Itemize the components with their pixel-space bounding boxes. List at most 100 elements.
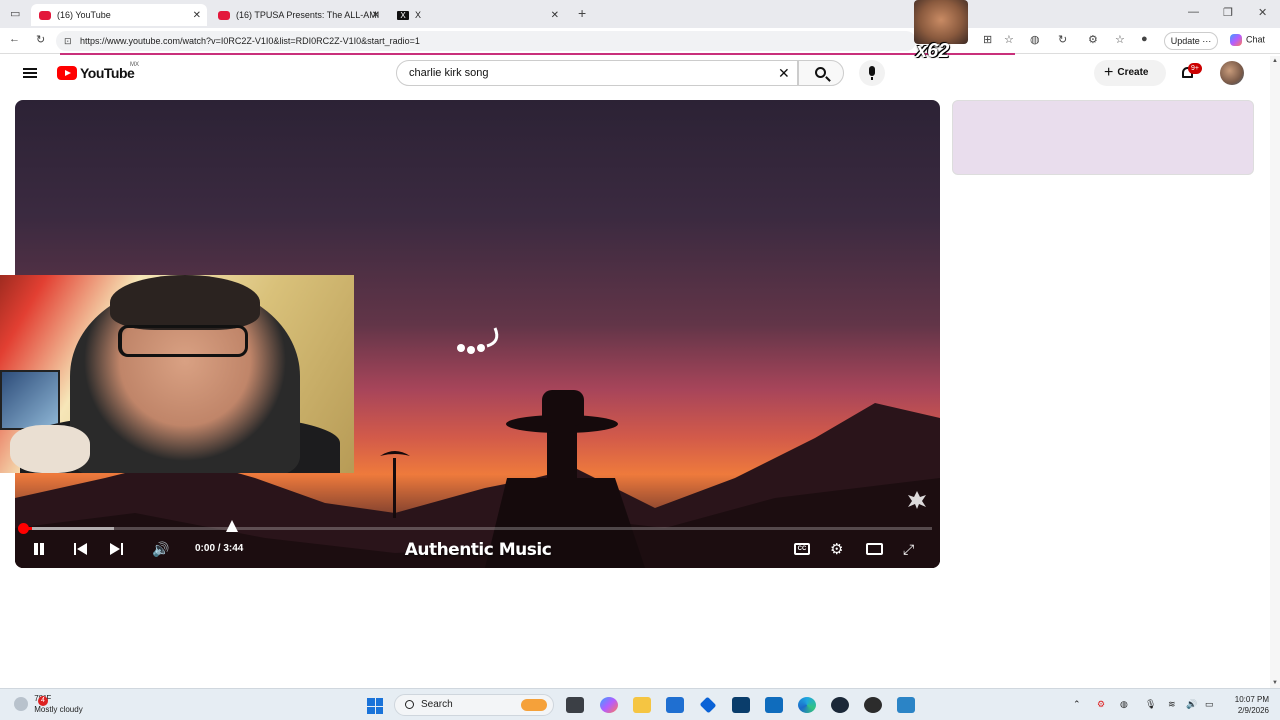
channel-watermark-icon[interactable] — [906, 489, 928, 511]
scroll-down-icon[interactable]: ▼ — [1272, 680, 1278, 686]
menu-icon[interactable] — [23, 68, 37, 78]
microphone-tray-icon[interactable]: 🎙 — [1145, 699, 1156, 710]
task-view-icon[interactable] — [566, 697, 584, 713]
webcam-overlay — [0, 275, 354, 473]
steam-icon[interactable] — [831, 697, 849, 713]
pause-icon[interactable] — [33, 543, 45, 555]
sidebar-loading-card — [952, 100, 1254, 175]
search-value: charlie kirk song — [409, 67, 489, 79]
next-icon[interactable] — [110, 543, 124, 555]
youtube-favicon-icon — [39, 10, 51, 20]
avatar[interactable] — [1220, 61, 1244, 85]
extension-icon[interactable]: ◍ — [1030, 33, 1040, 46]
youtube-logo-text[interactable]: YouTube — [80, 65, 135, 81]
minimize-button[interactable]: — — [1188, 6, 1199, 18]
obs-icon[interactable] — [864, 697, 882, 713]
profile-icon[interactable]: ● — [1141, 33, 1148, 45]
search-input[interactable]: charlie kirk song — [396, 60, 798, 86]
copilot-chat-button[interactable]: Chat — [1230, 34, 1265, 46]
chat-label: Chat — [1246, 34, 1266, 45]
volume-icon[interactable]: 🔊 — [152, 541, 169, 558]
clock-date: 2/9/2026 — [1237, 706, 1269, 715]
person-hair — [110, 275, 260, 330]
file-explorer-icon[interactable] — [633, 697, 651, 713]
progress-bar[interactable] — [23, 527, 932, 530]
voice-search-button[interactable] — [859, 60, 885, 86]
close-window-button[interactable]: ✕ — [1258, 6, 1267, 19]
weather-badge: 4 — [38, 696, 48, 706]
dropbox-icon[interactable] — [699, 696, 717, 714]
notification-badge: 9+ — [1188, 63, 1202, 74]
create-button[interactable]: + Create — [1094, 60, 1166, 86]
person-hand — [10, 425, 90, 473]
settings-gear-icon[interactable]: ⚙ — [830, 540, 843, 558]
tab-actions-icon[interactable]: ▭ — [10, 7, 20, 20]
tab-x[interactable]: X X ✕ — [389, 4, 565, 26]
tray-app-icon[interactable]: ⚙ — [1097, 699, 1105, 710]
tab-youtube[interactable]: (16) YouTube ✕ — [31, 4, 207, 26]
collections-icon[interactable]: ☆ — [1115, 33, 1125, 46]
copilot-icon — [1230, 34, 1242, 46]
favorite-star-icon[interactable]: ☆ — [1004, 33, 1014, 46]
taskbar-search[interactable]: Search — [394, 694, 554, 716]
previous-icon[interactable] — [74, 543, 88, 555]
url-text: https://www.youtube.com/watch?v=I0RC2Z-V… — [80, 36, 420, 46]
close-tab-icon[interactable]: ✕ — [372, 10, 380, 21]
url-field[interactable]: ⊡ https://www.youtube.com/watch?v=I0RC2Z… — [56, 31, 916, 51]
page-scrollbar[interactable]: ▲ ▼ — [1270, 56, 1280, 688]
clock-time: 10:07 PM — [1234, 695, 1269, 704]
create-label: Create — [1117, 67, 1149, 78]
scroll-up-icon[interactable]: ▲ — [1272, 58, 1278, 64]
theater-mode-icon[interactable] — [866, 543, 883, 555]
youtube-header: YouTube MX charlie kirk song ✕ + Create 9… — [0, 56, 1270, 92]
volume-tray-icon[interactable]: 🔊 — [1186, 699, 1197, 710]
store-icon[interactable] — [666, 697, 684, 713]
update-button[interactable]: Update ⋯ — [1164, 32, 1218, 50]
tab-tpusa[interactable]: (16) TPUSA Presents: The ALL-AMI ✕ — [210, 4, 386, 26]
start-button-icon[interactable] — [367, 698, 383, 714]
refresh-extension-icon[interactable]: ↻ — [1058, 33, 1067, 46]
taskbar-search-label: Search — [421, 699, 453, 710]
windows-taskbar: 4 78°F Mostly cloudy Search ⌃ ⚙ ◍ 🎙 ≋ 🔊 … — [0, 688, 1280, 720]
refresh-icon[interactable]: ↻ — [36, 33, 45, 46]
tray-app-icon[interactable]: ◍ — [1120, 699, 1128, 710]
progress-scrubber[interactable] — [18, 523, 29, 534]
clear-search-icon[interactable]: ✕ — [778, 65, 790, 82]
captions-icon[interactable]: CC — [794, 543, 810, 555]
close-tab-icon[interactable]: ✕ — [193, 10, 201, 21]
battery-icon[interactable]: ▭ — [1205, 699, 1214, 710]
site-info-icon[interactable]: ⊡ — [64, 31, 72, 51]
emote-image — [914, 0, 968, 44]
weather-widget[interactable]: 4 78°F Mostly cloudy — [14, 693, 83, 715]
x-favicon-icon: X — [397, 10, 409, 20]
background-monitor — [0, 370, 60, 430]
maximize-button[interactable]: ❐ — [1223, 6, 1233, 19]
cloud-icon — [14, 697, 28, 711]
update-label: Update — [1170, 36, 1200, 46]
progress-buffered — [23, 527, 114, 530]
outlook-icon[interactable] — [765, 697, 783, 713]
weather-desc: Mostly cloudy — [34, 705, 83, 714]
app-icon[interactable] — [897, 697, 915, 713]
youtube-logo-icon[interactable] — [57, 66, 77, 80]
time-display: 0:00 / 3:44 — [195, 543, 244, 554]
country-code: MX — [130, 62, 139, 68]
close-tab-icon[interactable]: ✕ — [551, 10, 559, 21]
extensions-icon[interactable]: ⚙ — [1088, 33, 1098, 46]
back-icon[interactable]: ← — [9, 33, 20, 45]
new-tab-button[interactable]: + — [578, 5, 586, 21]
mouse-cursor-icon — [226, 520, 238, 532]
split-screen-icon[interactable]: ⊞ — [983, 33, 992, 46]
search-button[interactable] — [798, 60, 844, 86]
copilot-app-icon[interactable] — [600, 697, 618, 713]
show-hidden-icons[interactable]: ⌃ — [1073, 699, 1081, 710]
youtube-favicon-icon — [218, 10, 230, 20]
wifi-icon[interactable]: ≋ — [1168, 699, 1176, 710]
tab-title: X — [415, 10, 422, 20]
edge-icon[interactable] — [798, 697, 816, 713]
app-icon[interactable] — [732, 697, 750, 713]
taskbar-clock[interactable]: 10:07 PM 2/9/2026 — [1221, 694, 1269, 716]
fullscreen-icon[interactable]: ⤢ — [903, 541, 914, 558]
microphone-icon — [869, 66, 875, 80]
tab-title: (16) YouTube — [57, 10, 111, 20]
